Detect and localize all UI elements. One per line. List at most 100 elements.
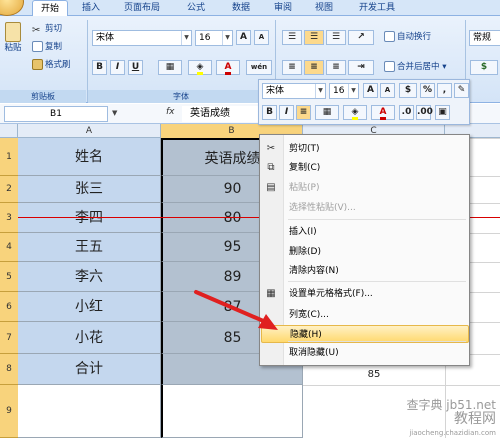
currency-button[interactable]: $ — [470, 60, 498, 75]
context-menu-item[interactable]: ▤ 粘贴(P) — [261, 179, 469, 197]
mini-bold-button[interactable]: B — [262, 105, 277, 120]
context-menu-item[interactable]: 列宽(C)... — [261, 306, 469, 324]
formula-input[interactable]: 英语成绩 — [182, 106, 262, 122]
mini-border-button[interactable]: ▦ — [315, 105, 339, 120]
tab-review[interactable]: 审阅 — [267, 0, 299, 16]
grow-font-button[interactable]: A — [236, 30, 251, 45]
row-header[interactable]: 5 — [0, 262, 18, 292]
context-menu-item[interactable]: ▦ 设置单元格格式(F)... — [261, 285, 469, 303]
office-button[interactable] — [0, 0, 24, 16]
format-painter-button[interactable]: 格式刷 — [32, 58, 71, 73]
wrap-text-icon — [384, 31, 395, 42]
context-menu-item[interactable]: 删除(D) — [261, 243, 469, 261]
font-size-combo[interactable]: 16 ▼ — [195, 30, 233, 46]
context-menu-item-label: 取消隐藏(U) — [289, 348, 339, 358]
mini-comma-button[interactable]: , — [437, 83, 452, 98]
context-menu-item-label: 隐藏(H) — [290, 330, 322, 340]
cell-a[interactable]: 小红 — [18, 292, 161, 322]
cell-a[interactable]: 合计 — [18, 354, 161, 385]
underline-button[interactable]: U — [128, 60, 143, 75]
border-button[interactable]: ▦ — [158, 60, 182, 75]
currency-icon: $ — [480, 62, 488, 72]
context-menu-item[interactable]: 清除内容(N) — [261, 262, 469, 280]
mini-center-button[interactable]: ≡ — [296, 105, 311, 120]
cell-a[interactable]: 李四 — [18, 203, 161, 233]
tab-insert[interactable]: 插入 — [74, 0, 108, 16]
name-box[interactable]: B1 — [4, 106, 108, 122]
font-name-value: 宋体 — [96, 33, 115, 43]
align-right-button[interactable]: ≡ — [326, 60, 346, 75]
cell-a[interactable]: 李六 — [18, 262, 161, 292]
context-menu-item-label: 复制(C) — [289, 163, 321, 173]
mini-merge-button[interactable]: ▣ — [435, 105, 450, 120]
chevron-down-icon[interactable]: ▼ — [112, 109, 122, 117]
cell-c8[interactable]: 85 — [303, 366, 445, 384]
fill-color-button[interactable]: ◈ — [188, 60, 212, 75]
phonetic-button[interactable]: wén — [246, 60, 272, 75]
bold-button[interactable]: B — [92, 60, 107, 75]
context-menu-item[interactable]: ✂ 剪切(T) — [261, 140, 469, 158]
align-top-button[interactable]: ☰ — [282, 30, 302, 45]
indent-button[interactable]: ⇥ — [348, 60, 374, 75]
column-header-a[interactable]: A — [18, 124, 161, 138]
row-header[interactable]: 9 — [0, 385, 18, 438]
tab-data[interactable]: 数据 — [224, 0, 258, 16]
mini-font-color-button[interactable]: A — [371, 105, 395, 120]
mini-percent-button[interactable]: % — [420, 83, 435, 98]
copy-button[interactable]: 复制 — [32, 40, 62, 55]
cell-a[interactable]: 王五 — [18, 233, 161, 262]
context-menu-item[interactable]: 插入(I) — [261, 223, 469, 241]
font-name-combo[interactable]: 宋体 ▼ — [92, 30, 192, 46]
align-center-button[interactable]: ≡ — [304, 60, 324, 75]
mini-format-painter-button[interactable]: ✎ — [454, 83, 469, 98]
mini-fill-color-button[interactable]: ◈ — [343, 105, 367, 120]
merge-center-button[interactable]: 合并后居中 ▾ — [384, 60, 446, 75]
row-header[interactable]: 7 — [0, 322, 18, 354]
mini-grow-font-button[interactable]: A — [363, 83, 378, 98]
wrap-text-button[interactable]: 自动换行 — [384, 30, 431, 45]
tab-page-layout[interactable]: 页面布局 — [116, 0, 168, 16]
function-icon[interactable]: fx — [166, 107, 180, 117]
cell-a[interactable]: 小花 — [18, 322, 161, 354]
align-middle-button[interactable]: ☰ — [304, 30, 324, 45]
cell-a[interactable] — [18, 385, 161, 438]
select-all-corner[interactable] — [0, 124, 18, 138]
mini-italic-button[interactable]: I — [279, 105, 294, 120]
row-header[interactable]: 8 — [0, 354, 18, 385]
mini-increase-decimal-button[interactable]: .00 — [416, 105, 433, 120]
row-header[interactable]: 2 — [0, 176, 18, 203]
mini-currency-button[interactable]: $ — [399, 83, 417, 98]
row-header[interactable]: 1 — [0, 138, 18, 176]
cell-b[interactable] — [161, 385, 303, 438]
row-header[interactable]: 4 — [0, 233, 18, 262]
context-menu-item[interactable]: 选择性粘贴(V)... — [261, 199, 469, 217]
mini-font-value: 宋体 — [266, 86, 285, 96]
scissors-icon: ✂ — [266, 143, 276, 154]
context-menu-item[interactable]: ⧉ 复制(C) — [261, 159, 469, 177]
format-cells-icon: ▦ — [266, 288, 276, 299]
paste-button[interactable]: 粘贴 — [2, 22, 24, 62]
cell-a[interactable]: 张三 — [18, 176, 161, 203]
mini-shrink-font-button[interactable]: A — [380, 83, 395, 98]
cell-a[interactable]: 姓名 — [18, 138, 161, 176]
number-format-combo[interactable]: 常规 — [469, 30, 500, 46]
mini-font-combo[interactable]: 宋体 ▼ — [262, 83, 326, 99]
shrink-font-button[interactable]: A — [254, 30, 269, 45]
tab-home[interactable]: 开始 — [32, 0, 68, 17]
context-menu: ✂ 剪切(T) ⧉ 复制(C) ▤ 粘贴(P) 选择性粘贴(V)... 插入(I) 删除(D) 清… — [259, 134, 470, 366]
font-color-button[interactable]: A — [216, 60, 240, 75]
align-left-button[interactable]: ≡ — [282, 60, 302, 75]
orientation-button[interactable]: ↗ — [348, 30, 374, 45]
row-header[interactable]: 6 — [0, 292, 18, 322]
context-menu-item[interactable]: 取消隐藏(U) — [261, 344, 469, 362]
mini-decrease-decimal-button[interactable]: .0 — [399, 105, 414, 120]
row-header[interactable]: 3 — [0, 203, 18, 233]
italic-button[interactable]: I — [110, 60, 125, 75]
tab-developer[interactable]: 开发工具 — [352, 0, 402, 16]
tab-view[interactable]: 视图 — [308, 0, 340, 16]
align-bottom-button[interactable]: ☰ — [326, 30, 346, 45]
copy-icon — [32, 41, 43, 52]
cut-button[interactable]: ✂ 剪切 — [32, 22, 62, 37]
mini-size-combo[interactable]: 16 ▼ — [329, 83, 359, 99]
tab-formulas[interactable]: 公式 — [180, 0, 212, 16]
